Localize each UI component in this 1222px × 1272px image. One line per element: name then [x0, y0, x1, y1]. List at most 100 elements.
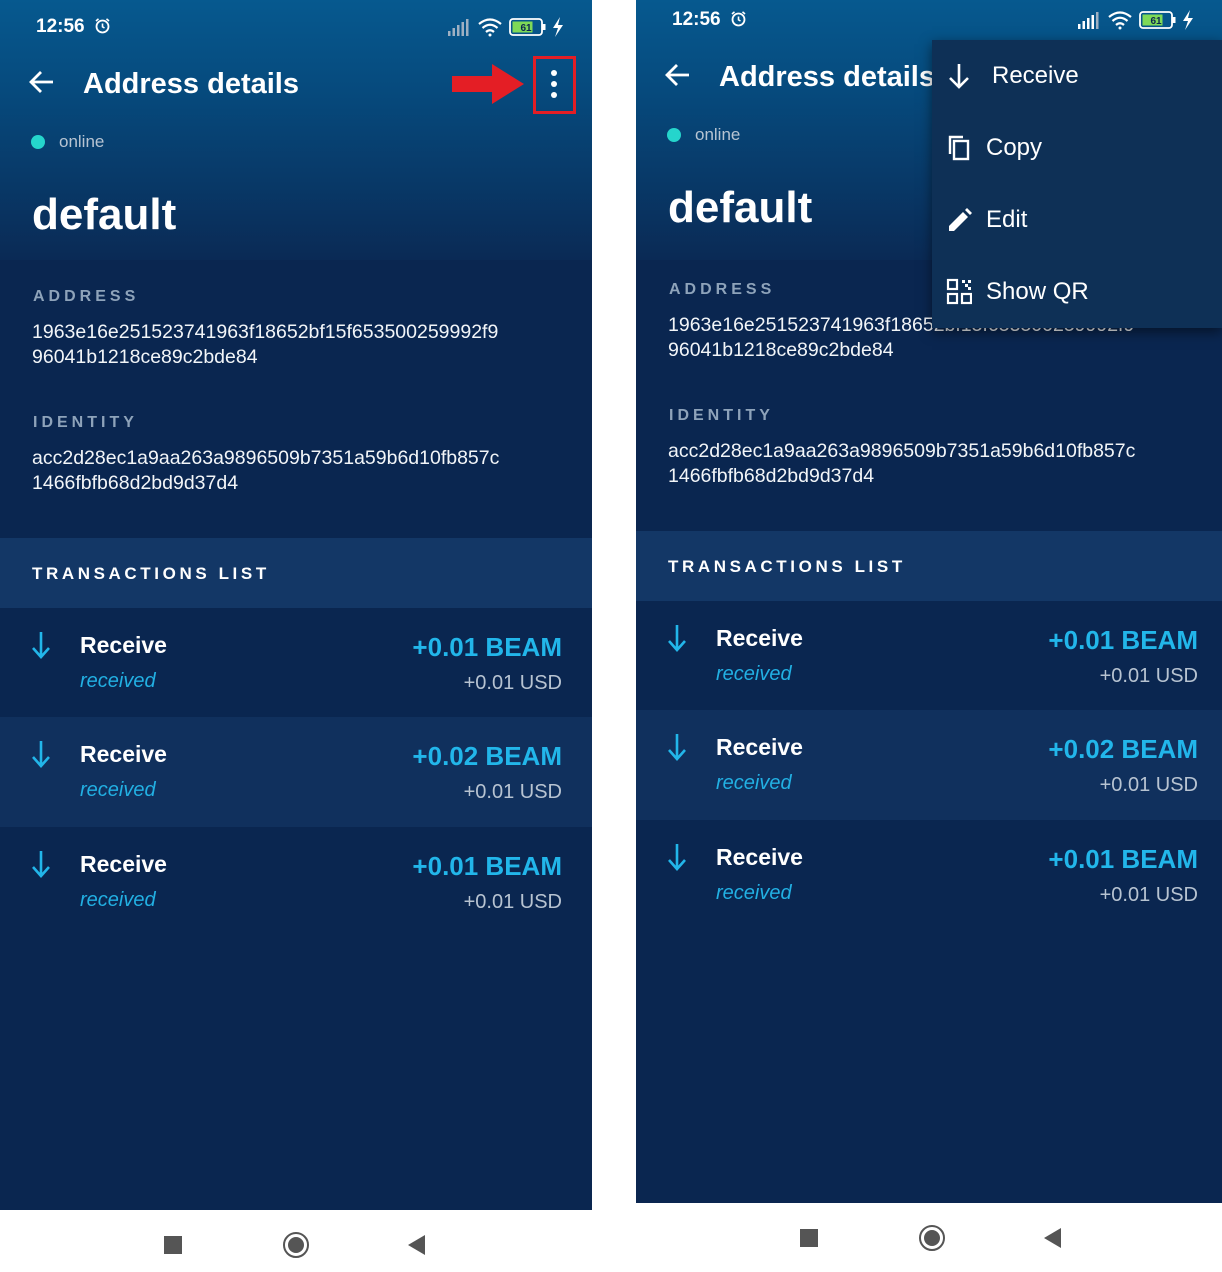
transaction-status: received	[80, 779, 156, 801]
transaction-usd: +0.01 USD	[463, 672, 562, 694]
transaction-usd: +0.01 USD	[1099, 884, 1198, 906]
transaction-status: received	[80, 670, 156, 692]
online-indicator	[667, 128, 681, 142]
transaction-amount: +0.01 BEAM	[412, 632, 562, 662]
transaction-row[interactable]: Receive received +0.02 BEAM +0.01 USD	[636, 710, 1222, 820]
left-screen: 12:56 61 Address details online default …	[0, 0, 592, 1210]
identity-line-2: 1466fbfb68d2bd9d37d4	[668, 465, 875, 487]
app-bar: Address details	[28, 62, 592, 106]
identity-label: IDENTITY	[669, 407, 774, 424]
copy-icon	[948, 135, 970, 161]
identity-label: IDENTITY	[33, 414, 138, 431]
back-triangle-icon[interactable]	[408, 1235, 425, 1255]
receive-arrow-icon	[32, 632, 50, 659]
recents-square-icon[interactable]	[800, 1229, 818, 1247]
transaction-usd: +0.01 USD	[463, 781, 562, 803]
identity-line-2: 1466fbfb68d2bd9d37d4	[32, 472, 239, 494]
menu-item-receive[interactable]: Receive	[932, 40, 1222, 112]
alarm-icon	[95, 18, 110, 34]
identity-value[interactable]: acc2d28ec1a9aa263a9896509b7351a59b6d10fb…	[668, 439, 1135, 489]
wifi-icon	[1108, 11, 1132, 30]
overflow-menu: Receive Copy Edit Show QR	[932, 40, 1222, 328]
transaction-status: received	[716, 882, 792, 904]
back-arrow-icon[interactable]	[664, 61, 692, 89]
transaction-row[interactable]: Receive received +0.01 BEAM +0.01 USD	[636, 601, 1222, 711]
menu-item-show-qr[interactable]: Show QR	[932, 256, 1222, 328]
status-icons: 61	[1078, 10, 1193, 30]
charging-icon	[553, 17, 563, 37]
status-time: 12:56	[672, 9, 721, 30]
receive-arrow-icon	[32, 851, 50, 878]
transaction-amount: +0.01 BEAM	[412, 851, 562, 881]
address-line-2: 96041b1218ce89c2bde84	[668, 339, 894, 361]
address-label: ADDRESS	[33, 288, 140, 305]
status-time: 12:56	[36, 16, 85, 37]
svg-text:61: 61	[520, 23, 532, 34]
address-line-2: 96041b1218ce89c2bde84	[32, 346, 258, 368]
red-arrow-annotation	[452, 64, 524, 104]
transaction-usd: +0.01 USD	[1099, 665, 1198, 687]
online-status: online	[695, 125, 741, 144]
home-circle-icon[interactable]	[283, 1232, 309, 1258]
right-nav-bar	[636, 1205, 1222, 1265]
transaction-amount: +0.02 BEAM	[1048, 734, 1198, 764]
transaction-title: Receive	[80, 741, 167, 767]
menu-label-receive: Receive	[992, 62, 1079, 89]
receive-arrow-icon	[668, 734, 686, 761]
signal-icon	[1078, 12, 1099, 29]
transaction-amount: +0.01 BEAM	[1048, 625, 1198, 655]
transaction-status: received	[716, 772, 792, 794]
menu-label-copy: Copy	[986, 134, 1043, 161]
address-line-1: 1963e16e251523741963f18652bf15f653500259…	[32, 321, 499, 343]
address-name: default	[32, 190, 177, 239]
page-title: Address details	[83, 68, 299, 100]
identity-value[interactable]: acc2d28ec1a9aa263a9896509b7351a59b6d10fb…	[32, 446, 499, 496]
recents-square-icon[interactable]	[164, 1236, 182, 1254]
transaction-amount: +0.01 BEAM	[1048, 844, 1198, 874]
transactions-label: TRANSACTIONS LIST	[32, 564, 270, 583]
highlight-box	[533, 56, 576, 114]
transaction-usd: +0.01 USD	[463, 891, 562, 913]
menu-item-copy[interactable]: Copy	[932, 112, 1222, 184]
wifi-icon	[478, 18, 502, 37]
transaction-title: Receive	[80, 851, 167, 877]
menu-label-edit: Edit	[986, 206, 1028, 233]
status-bar: 12:56 61	[672, 7, 1198, 33]
transaction-row[interactable]: Receive received +0.02 BEAM +0.01 USD	[0, 717, 592, 827]
qr-code-icon	[946, 278, 972, 305]
transaction-status: received	[716, 663, 792, 685]
alarm-icon	[731, 11, 746, 27]
transaction-row[interactable]: Receive received +0.01 BEAM +0.01 USD	[636, 820, 1222, 930]
transaction-row[interactable]: Receive received +0.01 BEAM +0.01 USD	[0, 608, 592, 718]
back-triangle-icon[interactable]	[1044, 1228, 1061, 1248]
receive-arrow-icon	[668, 844, 686, 871]
status-icons: 61	[448, 17, 563, 37]
home-circle-icon[interactable]	[919, 1225, 945, 1251]
battery-icon: 61	[509, 18, 546, 36]
address-value[interactable]: 1963e16e251523741963f18652bf15f653500259…	[32, 320, 498, 370]
left-nav-bar	[0, 1212, 592, 1272]
arrow-down-icon	[949, 64, 969, 89]
transaction-row[interactable]: Receive received +0.01 BEAM +0.01 USD	[0, 827, 592, 937]
transactions-header: TRANSACTIONS LIST	[0, 538, 592, 608]
identity-line-1: acc2d28ec1a9aa263a9896509b7351a59b6d10fb…	[32, 447, 500, 469]
transaction-title: Receive	[716, 625, 803, 651]
battery-icon: 61	[1139, 11, 1176, 29]
signal-icon	[448, 19, 469, 36]
transaction-amount: +0.02 BEAM	[412, 741, 562, 771]
menu-item-edit[interactable]: Edit	[932, 184, 1222, 256]
svg-text:61: 61	[1150, 16, 1162, 27]
transaction-title: Receive	[716, 844, 803, 870]
online-status: online	[59, 132, 105, 151]
transactions-label: TRANSACTIONS LIST	[668, 557, 906, 576]
transactions-header: TRANSACTIONS LIST	[636, 531, 1222, 601]
identity-line-1: acc2d28ec1a9aa263a9896509b7351a59b6d10fb…	[668, 440, 1136, 462]
transaction-title: Receive	[80, 632, 167, 658]
address-name: default	[668, 183, 813, 232]
transaction-usd: +0.01 USD	[1099, 774, 1198, 796]
receive-arrow-icon	[668, 625, 686, 652]
back-arrow-icon[interactable]	[28, 68, 56, 96]
charging-icon	[1183, 10, 1193, 30]
status-bar: 12:56 61	[36, 14, 568, 40]
transaction-status: received	[80, 889, 156, 911]
